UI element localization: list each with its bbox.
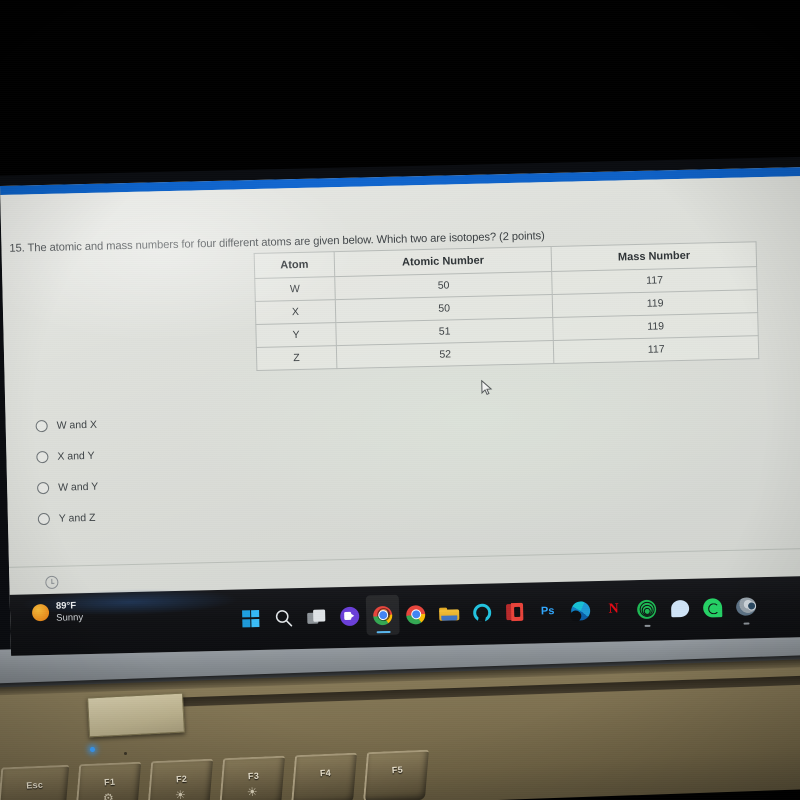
answer-option-label: X and Y [57,449,95,463]
task-view-icon [307,608,326,624]
task-view-button[interactable] [300,596,334,637]
key-f2-label: F2 [175,773,188,785]
weather-text: 89°F Sunny [56,600,83,624]
cell-atom: Y [255,322,337,348]
answer-option-label: Y and Z [58,511,96,525]
brightness-up-icon: ☀ [246,784,258,800]
steam-button[interactable] [729,586,763,627]
radio-button-icon[interactable] [35,419,48,432]
chrome-icon [405,604,426,625]
taskbar-icon-strip: Ps N [234,586,763,638]
key-f5-label: F5 [391,764,404,776]
photoshop-icon: Ps [540,605,555,618]
cell-atom: Z [256,345,337,371]
key-f2[interactable]: F2 ☀ [147,758,214,800]
key-esc[interactable]: Esc [0,764,70,800]
folder-icon [438,606,459,621]
messenger-button[interactable] [663,588,697,629]
edge-icon [570,600,591,621]
answer-option-label: W and X [56,418,98,432]
key-f3[interactable]: F3 ☀ [219,755,286,800]
search-button[interactable] [267,597,301,638]
whatsapp-icon [702,597,723,618]
key-esc-label: Esc [25,779,44,791]
netflix-button[interactable]: N [597,589,631,630]
office-icon [505,602,524,622]
cell-atom: X [255,299,336,325]
page-divider [8,547,800,568]
office-button[interactable] [498,592,532,633]
answer-option-2[interactable]: W and Y [36,471,99,503]
key-f5[interactable]: F5 [362,749,429,800]
gear-icon: ⚙ [102,790,115,800]
edge-button[interactable] [564,590,598,631]
clock-icon[interactable] [45,575,59,590]
key-f3-label: F3 [247,770,260,782]
alexa-ring-icon [472,603,491,622]
table-header-atom: Atom [254,251,335,279]
isotope-data-table: Atom Atomic Number Mass Number W 50 117 … [253,241,760,372]
spotify-icon [636,599,657,619]
radio-button-icon[interactable] [37,512,50,525]
sun-icon [31,604,50,622]
photo-of-laptop-screen: Esc F1 ⚙ F2 ☀ F3 ☀ F4 F5 15. The atomic … [0,0,800,800]
answer-options-list: W and X X and Y W and Y Y and Z [35,409,99,534]
quiz-page: 15. The atomic and mass numbers for four… [0,175,800,595]
power-led-indicator [90,747,95,752]
spotify-button[interactable] [630,588,664,629]
cell-mass-number: 117 [553,335,759,364]
weather-temperature: 89°F [55,600,77,612]
answer-option-3[interactable]: Y and Z [37,502,99,534]
cell-atom: W [254,276,336,302]
radio-button-icon[interactable] [36,481,50,494]
alexa-button[interactable] [465,592,499,633]
brightness-down-icon: ☀ [174,787,186,800]
whatsapp-button[interactable] [696,587,730,628]
key-f4[interactable]: F4 [291,752,357,800]
key-f4-label: F4 [319,767,332,779]
file-explorer-button[interactable] [432,593,466,634]
laptop-screen: 15. The atomic and mass numbers for four… [0,166,800,656]
windows-logo-icon [242,609,260,627]
paper-tab-sticker [87,692,185,738]
mouse-pointer-icon [481,379,493,396]
answer-option-1[interactable]: X and Y [36,440,98,472]
radio-button-icon[interactable] [36,450,49,463]
google-meet-button[interactable] [333,595,367,636]
chrome-profile-button[interactable] [365,594,400,636]
search-icon [275,609,293,626]
photoshop-button[interactable]: Ps [531,591,565,632]
answer-option-0[interactable]: W and X [35,409,97,441]
avatar [378,608,390,620]
weather-condition: Sunny [56,611,84,624]
video-camera-icon [340,606,360,626]
key-f1[interactable]: F1 ⚙ [75,761,142,800]
weather-widget[interactable]: 89°F Sunny [31,600,83,624]
chrome-avatar-icon [372,605,393,625]
chrome-button[interactable] [399,594,433,635]
body-speck [124,752,127,755]
start-button[interactable] [234,598,268,639]
messenger-icon [670,599,689,617]
answer-option-label: W and Y [57,480,99,494]
key-f1-label: F1 [103,776,116,788]
cell-atomic-number: 52 [336,340,555,369]
steam-icon [734,595,758,618]
netflix-icon: N [608,601,619,617]
